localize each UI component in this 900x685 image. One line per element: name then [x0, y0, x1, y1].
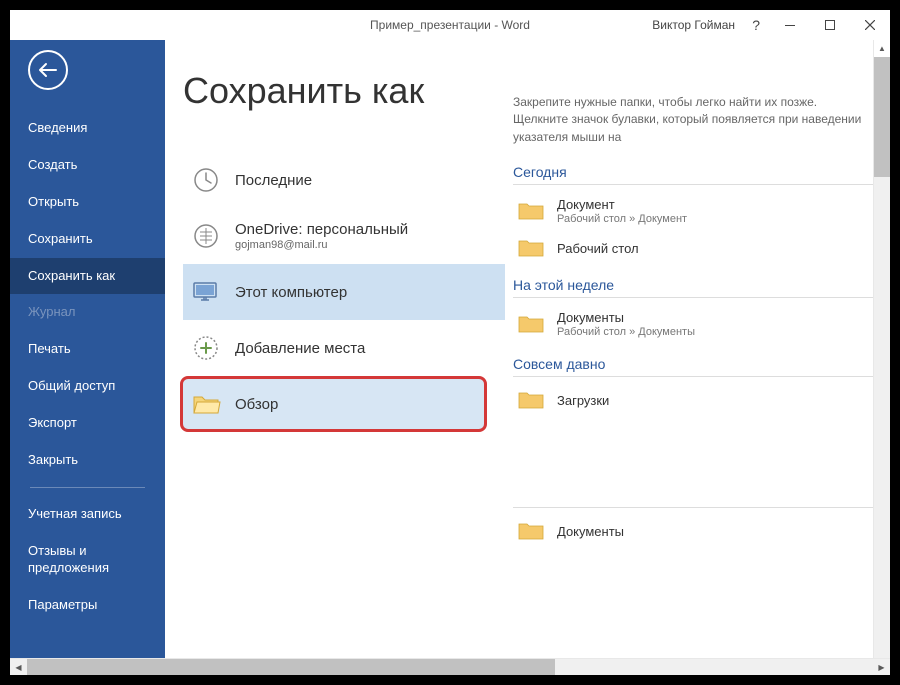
cloud-icon: [191, 221, 221, 251]
titlebar: Пример_презентации - Word Виктор Гойман …: [10, 10, 890, 40]
nav-info[interactable]: Сведения: [10, 110, 165, 147]
folder-item[interactable]: Загрузки: [513, 383, 874, 417]
nav-options[interactable]: Параметры: [10, 587, 165, 624]
scroll-right-icon[interactable]: ▶: [873, 663, 890, 672]
folder-icon: [517, 389, 545, 411]
folder-icon: [191, 389, 221, 419]
folder-item[interactable]: ДокументыРабочий стол » Документы: [513, 304, 874, 344]
maximize-button[interactable]: [810, 10, 850, 40]
sidebar: Сведения Создать Открыть Сохранить Сохра…: [10, 40, 165, 675]
scroll-thumb[interactable]: [874, 57, 890, 177]
plus-icon: [191, 333, 221, 363]
location-label: Добавление места: [235, 340, 365, 357]
scroll-left-icon[interactable]: ◀: [10, 663, 27, 672]
location-label: Обзор: [235, 396, 278, 413]
window: Пример_презентации - Word Виктор Гойман …: [10, 10, 890, 675]
nav-feedback[interactable]: Отзывы и предложения: [10, 533, 165, 587]
divider: [513, 184, 874, 185]
location-thispc[interactable]: Этот компьютер: [183, 264, 505, 320]
vertical-scrollbar[interactable]: ▲ ▼: [873, 40, 890, 675]
nav-account[interactable]: Учетная запись: [10, 496, 165, 533]
nav-close[interactable]: Закрыть: [10, 442, 165, 479]
divider: [513, 297, 874, 298]
folder-item[interactable]: Документы: [513, 514, 874, 548]
location-sublabel: gojman98@mail.ru: [235, 239, 408, 251]
page-title: Сохранить как: [183, 70, 505, 112]
folder-name: Рабочий стол: [557, 241, 639, 256]
nav-new[interactable]: Создать: [10, 147, 165, 184]
section-header: Сегодня: [513, 164, 874, 180]
minimize-button[interactable]: [770, 10, 810, 40]
locations-column: Сохранить как Последние OneDrive: персон…: [165, 40, 505, 675]
divider: [513, 507, 874, 508]
nav-open[interactable]: Открыть: [10, 184, 165, 221]
folder-icon: [517, 520, 545, 542]
clock-icon: [191, 165, 221, 195]
computer-icon: [191, 277, 221, 307]
location-label: Этот компьютер: [235, 284, 347, 301]
folder-name: Документы: [557, 524, 624, 539]
user-name[interactable]: Виктор Гойман: [652, 18, 735, 32]
location-addplace[interactable]: Добавление места: [183, 320, 505, 376]
folder-item[interactable]: Рабочий стол: [513, 231, 874, 265]
divider: [513, 376, 874, 377]
main-area: Сведения Создать Открыть Сохранить Сохра…: [10, 40, 890, 675]
nav-separator: [30, 487, 145, 488]
help-button[interactable]: ?: [752, 17, 760, 33]
nav-print[interactable]: Печать: [10, 331, 165, 368]
nav-export[interactable]: Экспорт: [10, 405, 165, 442]
pin-hint: Закрепите нужные папки, чтобы легко найт…: [513, 94, 874, 158]
window-buttons: [770, 10, 890, 40]
section-header: На этой неделе: [513, 277, 874, 293]
scroll-up-icon[interactable]: ▲: [874, 40, 890, 57]
section-header: Совсем давно: [513, 356, 874, 372]
horizontal-scrollbar[interactable]: ◀ ▶: [10, 658, 890, 675]
nav-share[interactable]: Общий доступ: [10, 368, 165, 405]
scroll-thumb[interactable]: [27, 659, 555, 675]
nav-history: Журнал: [10, 294, 165, 331]
back-button[interactable]: [28, 50, 68, 90]
content: Сохранить как Последние OneDrive: персон…: [165, 40, 890, 675]
folder-item[interactable]: ДокументРабочий стол » Документ: [513, 191, 874, 231]
window-title: Пример_презентации - Word: [370, 18, 530, 32]
nav-save[interactable]: Сохранить: [10, 221, 165, 258]
location-recent[interactable]: Последние: [183, 152, 505, 208]
folder-icon: [517, 237, 545, 259]
location-browse[interactable]: Обзор: [180, 376, 487, 432]
folder-path: Рабочий стол » Документ: [557, 213, 687, 225]
location-onedrive[interactable]: OneDrive: персональный gojman98@mail.ru: [183, 208, 505, 264]
folder-name: Документы: [557, 310, 695, 325]
nav-saveas[interactable]: Сохранить как: [10, 258, 165, 295]
recent-folders-column: Закрепите нужные папки, чтобы легко найт…: [505, 40, 890, 675]
folder-name: Документ: [557, 197, 687, 212]
location-label: Последние: [235, 172, 312, 189]
folder-name: Загрузки: [557, 393, 609, 408]
folder-icon: [517, 313, 545, 335]
folder-icon: [517, 200, 545, 222]
folder-path: Рабочий стол » Документы: [557, 326, 695, 338]
close-button[interactable]: [850, 10, 890, 40]
location-label: OneDrive: персональный: [235, 221, 408, 238]
